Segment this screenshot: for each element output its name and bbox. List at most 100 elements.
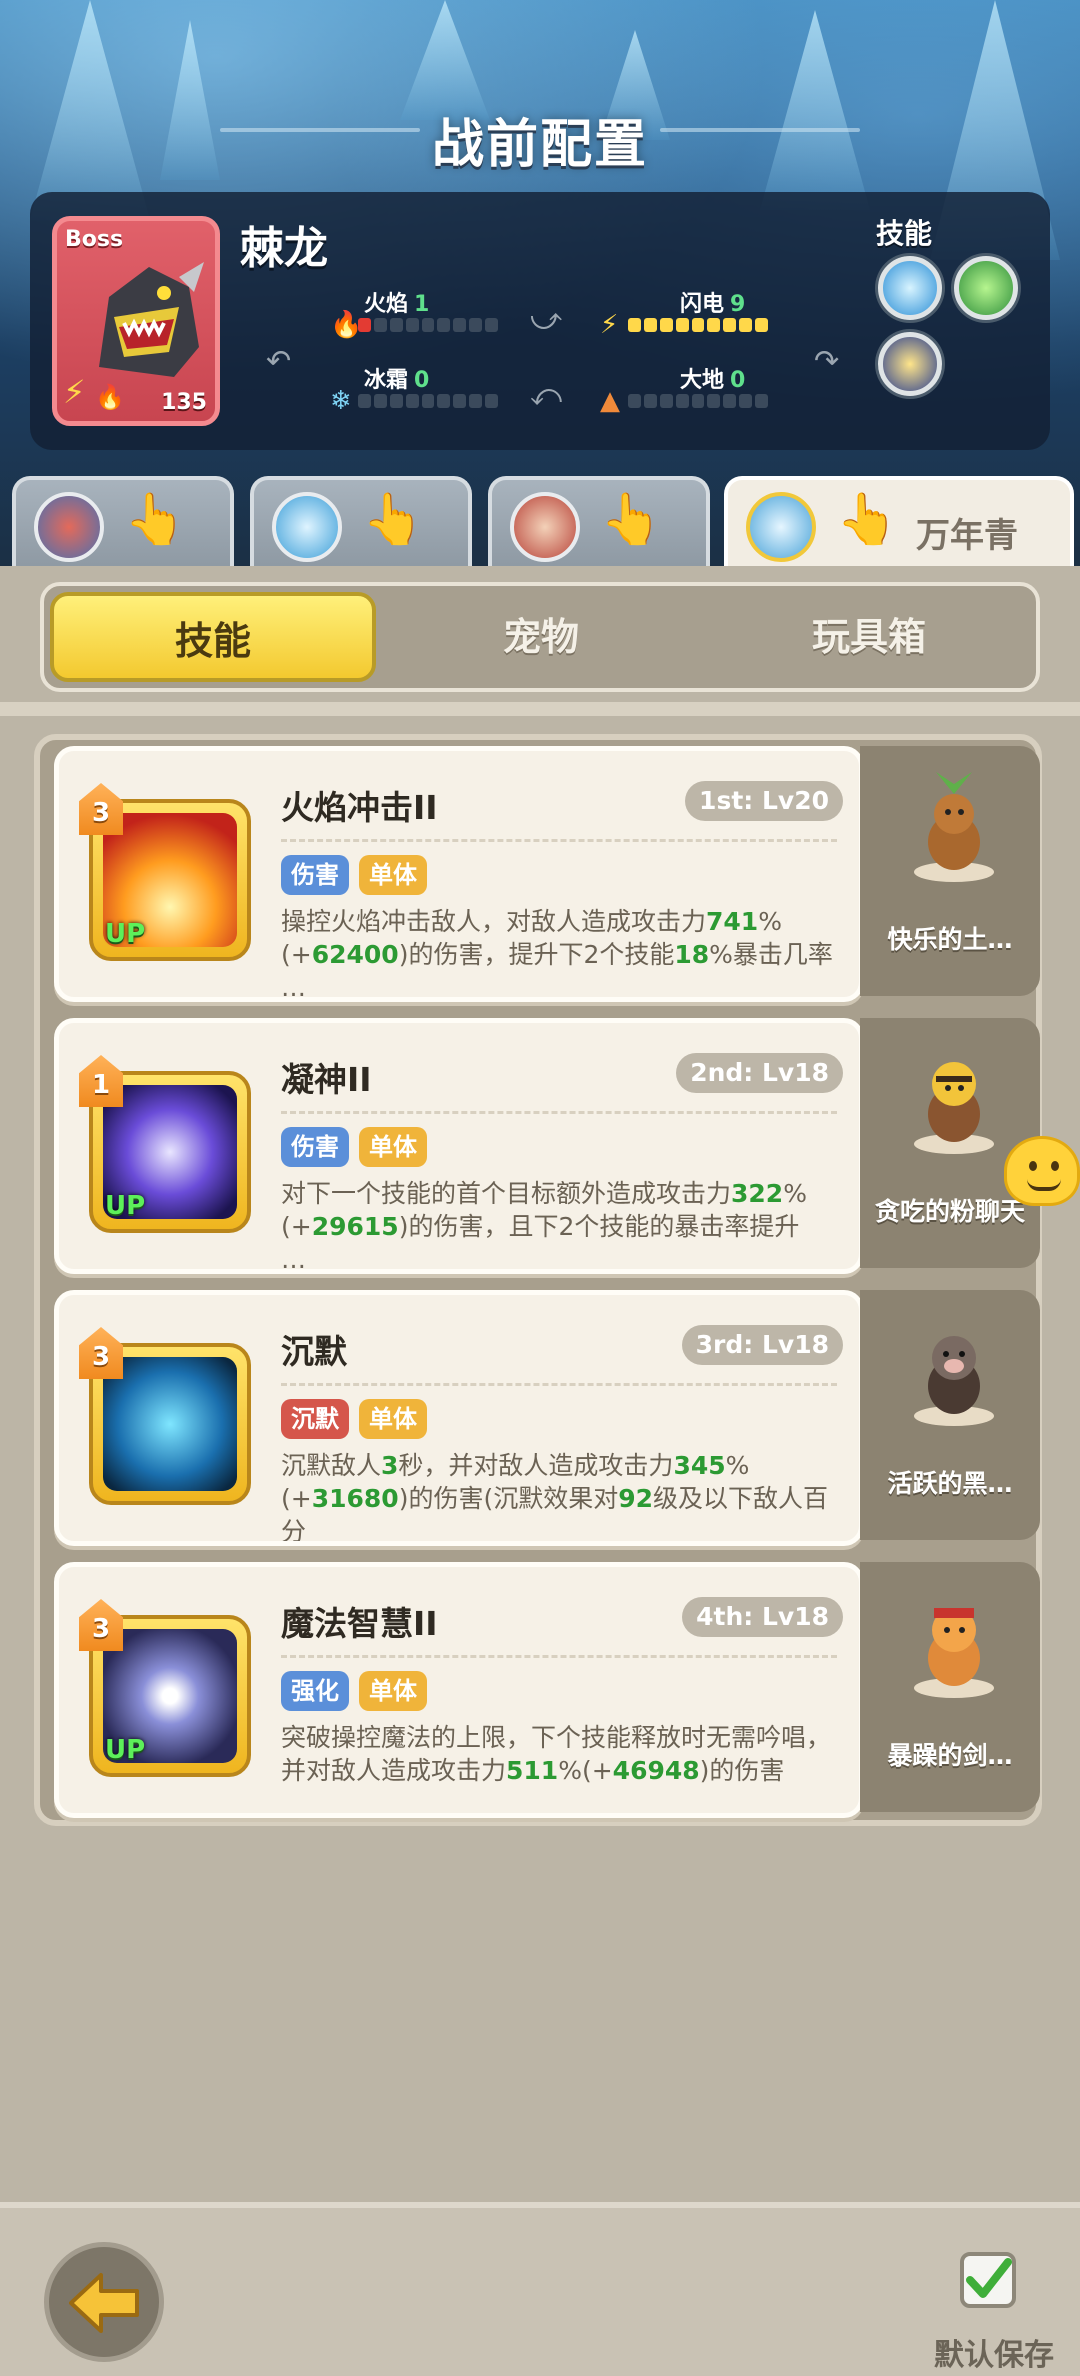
tap-hand-icon: 👆	[600, 490, 663, 548]
skill-description: 沉默敌人3秒，并对敌人造成攻击力345%(+31680)的伤害(沉默效果对92级…	[281, 1451, 829, 1541]
skill-tag: 单体	[359, 855, 427, 895]
skill-card-4[interactable]: UP 3 魔法智慧II 4th: Lv18 强化 单体 突破操控魔法的上限，下个…	[54, 1562, 864, 1818]
checkmark-icon	[966, 2258, 1012, 2298]
hero-avatar	[510, 492, 580, 562]
hero-tab-2[interactable]: 👆	[250, 476, 472, 568]
pet-slot-4[interactable]: 暴躁的剑…	[860, 1562, 1040, 1812]
swap-arrow-icon: ⤻	[530, 302, 563, 337]
page-title: 战前配置	[431, 115, 648, 175]
tap-hand-icon: 👆	[836, 490, 899, 548]
divider	[281, 1655, 837, 1658]
skill-level-badge: 2nd: Lv18	[676, 1053, 843, 1093]
pet-slot-3[interactable]: 活跃的黑…	[860, 1290, 1040, 1540]
skill-card-1[interactable]: UP 3 火焰冲击II 1st: Lv20 伤害 单体 操控火焰冲击敌人，对敌人…	[54, 746, 864, 1002]
pet-figure-icon	[914, 772, 994, 882]
skill-rank-badge: 1	[79, 1055, 123, 1107]
hero-tab-4[interactable]: 👆 万年青	[724, 476, 1074, 568]
pet-figure-icon	[914, 1336, 994, 1426]
skill-title: 沉默	[281, 1332, 347, 1371]
element-ice: 冰霜 0 ❄	[330, 362, 500, 416]
element-lightning-label: 闪电	[680, 292, 725, 317]
pet-name: 快乐的土…	[887, 925, 1013, 954]
upgrade-label: UP	[105, 919, 146, 949]
mountain-icon: ▲	[600, 386, 620, 416]
earth-level-bar	[628, 394, 769, 408]
bottom-bar: 默认保存	[0, 2202, 1080, 2376]
skill-tag: 单体	[359, 1671, 427, 1711]
chat-emoji-icon[interactable]	[1004, 1136, 1080, 1206]
divider	[281, 839, 837, 842]
skill-description: 突破操控魔法的上限，下个技能释放时无需吟唱，并对敌人造成攻击力511%(+469…	[281, 1723, 832, 1785]
skill-level-badge: 1st: Lv20	[685, 781, 843, 821]
pet-name: 暴躁的剑…	[887, 1741, 1013, 1770]
pet-figure-icon	[914, 1062, 994, 1154]
element-fire-label: 火焰	[364, 292, 409, 317]
element-earth-value: 0	[730, 368, 746, 393]
boss-skill-ice-icon[interactable]	[878, 256, 942, 320]
tab-pets[interactable]: 宠物	[378, 592, 704, 682]
skill-tag: 伤害	[281, 1127, 349, 1167]
hero-tab-1[interactable]: 👆	[12, 476, 234, 568]
element-earth: 大地 0 ▲	[600, 362, 770, 416]
ice-level-bar	[358, 394, 499, 408]
default-save-checkbox[interactable]	[960, 2252, 1016, 2308]
snowflake-icon: ❄	[330, 386, 352, 416]
skill-level-badge: 3rd: Lv18	[681, 1325, 843, 1365]
tab-skills[interactable]: 技能	[50, 592, 376, 682]
boss-skill-shield-icon[interactable]	[878, 332, 942, 396]
rotate-arrow-icon: ↷	[814, 344, 840, 379]
hero-tab-name: 万年青	[916, 516, 1018, 556]
hero-avatar	[34, 492, 104, 562]
skill-tag: 伤害	[281, 855, 349, 895]
tap-hand-icon: 👆	[124, 490, 187, 548]
skill-tag: 单体	[359, 1127, 427, 1167]
rotate-arrow-icon: ↶	[266, 344, 292, 379]
swap-arrow-icon: ⤺	[530, 378, 563, 413]
default-save-label: 默认保存	[934, 2338, 1054, 2373]
boss-level: 135	[161, 390, 207, 415]
skill-card-2[interactable]: UP 1 凝神II 2nd: Lv18 伤害 单体 对下一个技能的首个目标额外造…	[54, 1018, 864, 1274]
element-ice-label: 冰霜	[364, 368, 409, 393]
skill-description: 操控火焰冲击敌人，对敌人造成攻击力741%(+62400)的伤害，提升下2个技能…	[281, 907, 833, 997]
pet-slot-1[interactable]: 快乐的土…	[860, 746, 1040, 996]
pet-slot-2[interactable]: 贪吃的粉聊天	[860, 1018, 1040, 1268]
element-lightning-value: 9	[730, 292, 746, 317]
element-ice-value: 0	[414, 368, 430, 393]
boss-name: 棘龙	[240, 223, 328, 274]
category-tabbar: 技能 宠物 玩具箱	[40, 582, 1040, 692]
element-earth-label: 大地	[680, 368, 725, 393]
silence-cube-icon	[103, 1357, 237, 1491]
element-lightning: 闪电 9 ⚡	[600, 286, 770, 340]
boss-skills-label: 技能	[876, 217, 933, 250]
pet-figure-icon	[914, 1608, 994, 1698]
skill-rank-badge: 3	[79, 1327, 123, 1379]
divider	[281, 1383, 837, 1386]
skill-description: 对下一个技能的首个目标额外造成攻击力322%(+29615)的伤害，且下2个技能…	[281, 1179, 807, 1269]
boss-skill-scroll-icon[interactable]	[954, 256, 1018, 320]
boss-tag: Boss	[65, 227, 124, 252]
tab-toybox[interactable]: 玩具箱	[706, 592, 1032, 682]
skill-list: UP 3 火焰冲击II 1st: Lv20 伤害 单体 操控火焰冲击敌人，对敌人…	[34, 734, 1042, 1826]
skill-title: 火焰冲击II	[281, 788, 438, 827]
hero-tab-3[interactable]: 👆	[488, 476, 710, 568]
tab-divider	[0, 702, 1080, 716]
skill-level-badge: 4th: Lv18	[682, 1597, 843, 1637]
skill-rank-badge: 3	[79, 1599, 123, 1651]
skill-rank-badge: 3	[79, 783, 123, 835]
lightning-level-bar	[628, 318, 769, 332]
pet-name: 活跃的黑…	[887, 1469, 1013, 1498]
lightning-icon: ⚡	[600, 310, 619, 340]
skill-title: 魔法智慧II	[281, 1604, 438, 1643]
divider	[281, 1111, 837, 1114]
skill-title: 凝神II	[281, 1060, 372, 1099]
back-button[interactable]	[44, 2242, 164, 2362]
skill-card-3[interactable]: 3 沉默 3rd: Lv18 沉默 单体 沉默敌人3秒，并对敌人造成攻击力345…	[54, 1290, 864, 1546]
arrow-left-icon	[69, 2273, 139, 2333]
skill-tag: 强化	[281, 1671, 349, 1711]
skill-tag: 沉默	[281, 1399, 349, 1439]
boss-portrait-card[interactable]: Boss ⚡ 🔥 135	[52, 216, 220, 426]
hero-avatar	[746, 492, 816, 562]
element-fire-value: 1	[414, 292, 430, 317]
lightning-icon: ⚡	[63, 373, 86, 411]
upgrade-label: UP	[105, 1735, 146, 1765]
